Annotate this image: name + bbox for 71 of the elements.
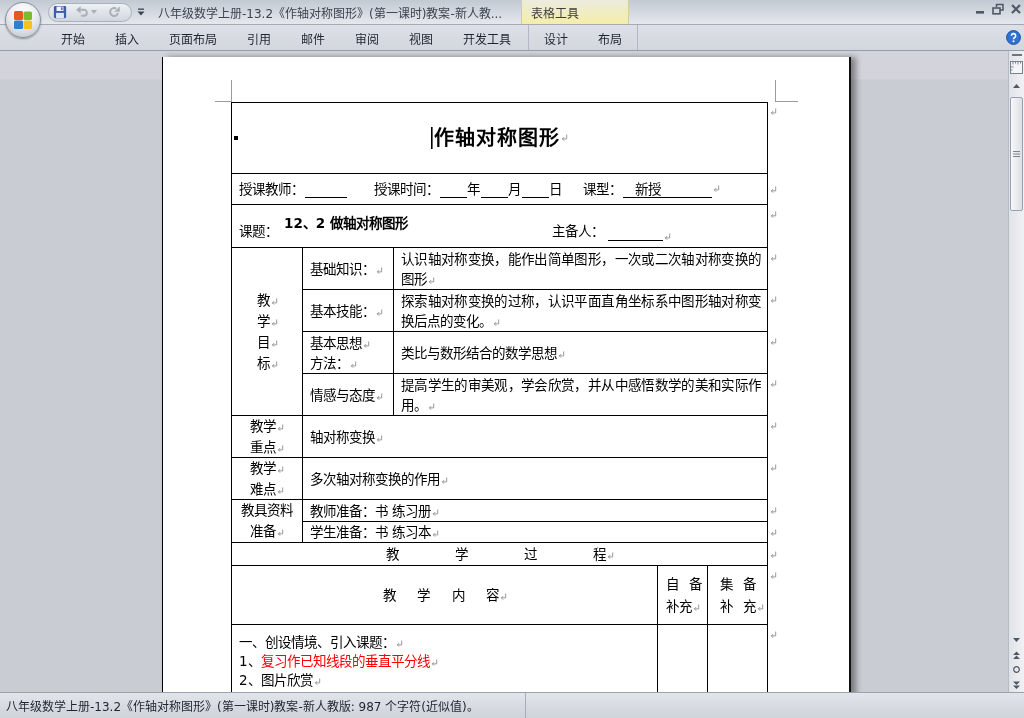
ribbon-tab[interactable]: 页面布局 (154, 25, 232, 50)
ribbon-tab[interactable]: 设计 (529, 25, 583, 50)
key-point-text: 轴对称变换 (310, 428, 375, 445)
save-icon[interactable] (53, 5, 67, 19)
field-label: 年 (467, 180, 480, 199)
window-title: 八年级数学上册-13.2《作轴对称图形》(第一课时)教案-新人教... (158, 5, 504, 21)
objective-label: 方法： (310, 354, 349, 371)
fill-in-line: 新授 (623, 180, 712, 198)
help-icon[interactable] (1006, 30, 1021, 45)
row-header: 目 (256, 333, 270, 350)
corner-mark-icon (215, 80, 232, 102)
field-label: 授课教师： (239, 180, 304, 199)
row-header: 教学 (250, 459, 276, 476)
field-label: 授课时间： (374, 180, 439, 199)
material-text: 教师准备：书 练习册 (310, 502, 432, 519)
double-down-arrow-icon[interactable] (1013, 680, 1020, 689)
material-text: 学生准备：书 练习本 (310, 524, 432, 540)
row-header: 教 (256, 291, 270, 308)
row-header: 重点 (250, 438, 276, 455)
corner-mark-icon (775, 80, 798, 102)
column-header: 补充 (666, 598, 692, 614)
down-arrow-icon[interactable] (1013, 638, 1020, 642)
column-header: 集 备 (720, 576, 757, 592)
content-line: 2、图片欣赏 (239, 672, 313, 688)
circle-icon[interactable] (1013, 666, 1020, 673)
column-header: 教 学 内 容 (383, 587, 499, 603)
double-up-arrow-icon[interactable] (1013, 650, 1020, 659)
objective-text: 提高学生的审美观，学会欣赏，并从中感悟数学的美和实际作用。 (401, 376, 761, 413)
scrollbar-thumb[interactable] (1010, 97, 1023, 211)
field-label: 课型： (583, 180, 622, 199)
objective-label: 基础知识： (310, 260, 375, 277)
row-header: 标 (256, 354, 270, 371)
status-text: 八年级数学上册-13.2《作轴对称图形》(第一课时)教案-新人教版: 987 个字符(近似值)。 (6, 699, 479, 714)
field-label: 日 (549, 180, 562, 199)
contextual-tab-header: 表格工具 (521, 0, 629, 24)
objective-text: 探索轴对称变换的过称，认识平面直角坐标系中图形轴对称变换后点的变化。 (401, 292, 761, 329)
ribbon-tab[interactable]: 邮件 (286, 25, 340, 50)
ruler-icon[interactable] (1010, 60, 1023, 74)
column-header: 补 充 (720, 598, 757, 614)
ribbon-tab[interactable]: 引用 (232, 25, 286, 50)
customize-menu-icon[interactable] (137, 8, 145, 16)
restore-icon[interactable] (992, 3, 1004, 15)
ribbon-tab[interactable]: 插入 (100, 25, 154, 50)
content-line: 一、创设情境、引入课题： (239, 634, 395, 650)
content-line: 1、复习作已知线段的垂直平分线 (239, 653, 430, 669)
up-arrow-icon[interactable] (1013, 84, 1020, 88)
row-header: 难点 (250, 480, 276, 497)
row-header: 教具资料准备 (241, 502, 293, 539)
field-label: 课题： (239, 222, 278, 241)
field-label: 主备人： (551, 222, 604, 241)
objective-label: 基本技能： (310, 302, 375, 319)
four-squares-icon (13, 10, 33, 30)
row-header: 教学 (250, 417, 276, 434)
objective-label: 基本思想 (310, 334, 362, 351)
ribbon-tab[interactable]: 开始 (46, 25, 100, 50)
objective-label: 情感与态度 (310, 386, 375, 403)
objective-text: 类比与数形结合的数学思想 (401, 344, 557, 361)
ribbon-tab[interactable]: 开发工具 (448, 25, 526, 50)
topic-title: 12、2 做轴对称图形 (284, 214, 408, 233)
key-point-text: 多次轴对称变换的作用 (310, 470, 440, 487)
objective-text: 认识轴对称变换，能作出简单图形，一次或二次轴对称变换的图形 (401, 250, 761, 287)
column-header: 自 备 (666, 576, 703, 592)
ribbon-tab[interactable]: 视图 (394, 25, 448, 50)
ribbon-tab[interactable]: 审阅 (340, 25, 394, 50)
split-handle-icon[interactable] (1011, 54, 1022, 56)
ribbon-tab[interactable]: 布局 (583, 25, 637, 50)
row-header: 学 (256, 312, 270, 329)
field-label: 月 (508, 180, 521, 199)
document-title: 作轴对称图形 (434, 126, 560, 150)
section-heading: 教 学 过 程 (385, 546, 607, 562)
close-icon[interactable] (1010, 3, 1022, 15)
